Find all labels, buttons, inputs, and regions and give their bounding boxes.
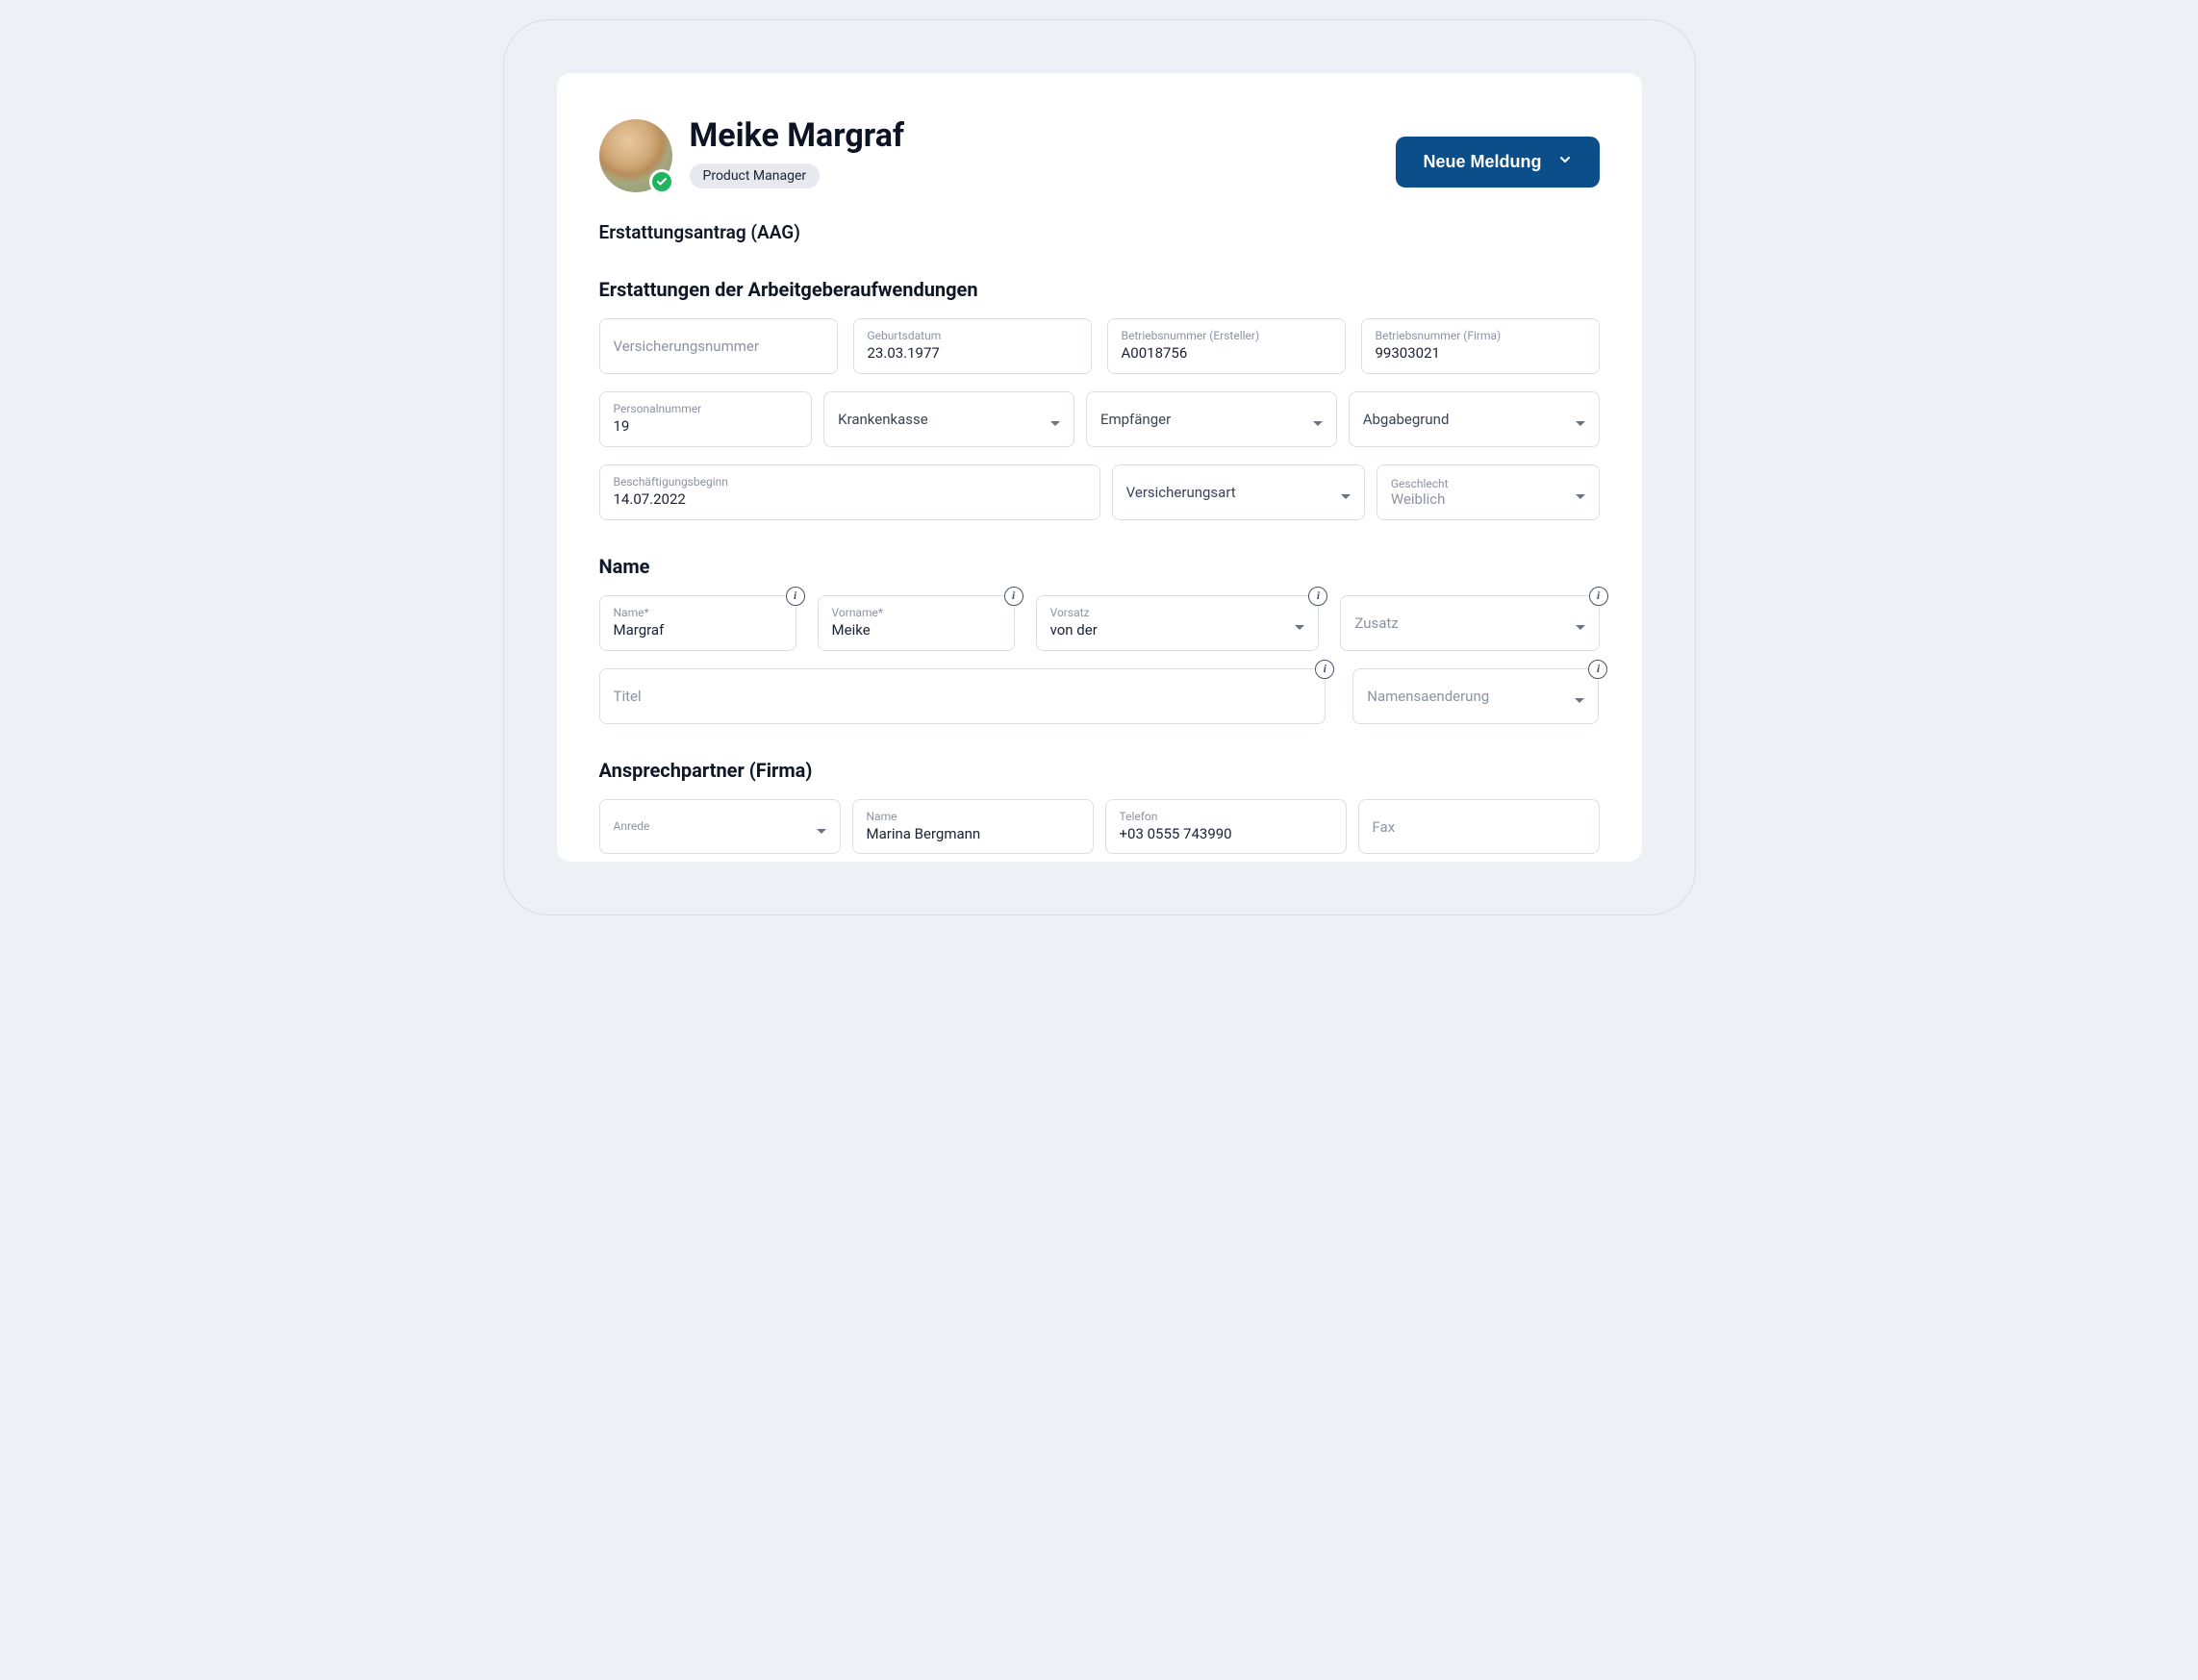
versicherungsnummer-placeholder: Versicherungsnummer — [614, 338, 823, 355]
betriebsnummer-firma-value: 99303021 — [1376, 344, 1585, 364]
vorname-input[interactable]: Vorname* Meike i — [818, 595, 1015, 651]
info-icon[interactable]: i — [1315, 660, 1334, 679]
geburtsdatum-value: 23.03.1977 — [868, 344, 1077, 364]
telefon-input[interactable]: Telefon +03 0555 743990 — [1105, 799, 1347, 855]
section1-row3: Beschäftigungsbeginn 14.07.2022 Versiche… — [599, 464, 1600, 520]
name-input[interactable]: Name* Margraf i — [599, 595, 796, 651]
versicherungsart-select[interactable]: Versicherungsart — [1112, 464, 1365, 520]
chevron-down-icon — [1557, 152, 1573, 172]
name-label: Name* — [614, 606, 782, 619]
empfaenger-select[interactable]: Empfänger — [1086, 391, 1337, 447]
ansprechpartner-name-label: Name — [867, 810, 1079, 823]
geburtsdatum-label: Geburtsdatum — [868, 329, 1077, 342]
person-block: Meike Margraf Product Manager — [599, 119, 905, 192]
verified-badge-icon — [649, 169, 674, 194]
geburtsdatum-input[interactable]: Geburtsdatum 23.03.1977 — [853, 318, 1092, 374]
section1-row2: Personalnummer 19 Krankenkasse Empfänger… — [599, 391, 1600, 447]
telefon-value: +03 0555 743990 — [1120, 825, 1332, 844]
personalnummer-value: 19 — [614, 417, 798, 437]
beschaeftigungsbeginn-input[interactable]: Beschäftigungsbeginn 14.07.2022 — [599, 464, 1100, 520]
krankenkasse-label: Krankenkasse — [838, 411, 1060, 428]
vorsatz-label: Vorsatz — [1050, 606, 1305, 619]
vorname-label: Vorname* — [832, 606, 1000, 619]
empfaenger-label: Empfänger — [1100, 411, 1323, 428]
page-frame: Meike Margraf Product Manager Neue Meldu… — [503, 19, 1696, 915]
betriebsnummer-firma-label: Betriebsnummer (Firma) — [1376, 329, 1585, 342]
zusatz-label: Zusatz — [1354, 614, 1584, 632]
info-icon[interactable]: i — [1004, 587, 1023, 606]
titel-input[interactable]: Titel i — [599, 668, 1326, 724]
krankenkasse-select[interactable]: Krankenkasse — [823, 391, 1074, 447]
info-icon[interactable]: i — [1308, 587, 1327, 606]
fax-placeholder: Fax — [1373, 818, 1585, 836]
header-row: Meike Margraf Product Manager Neue Meldu… — [599, 119, 1600, 192]
vorname-value: Meike — [832, 621, 1000, 640]
anrede-select[interactable]: Anrede — [599, 799, 841, 855]
zusatz-select[interactable]: Zusatz i — [1340, 595, 1599, 651]
namensaenderung-select[interactable]: Namensaenderung i — [1352, 668, 1599, 724]
ansprechpartner-name-input[interactable]: Name Marina Bergmann — [852, 799, 1094, 855]
geschlecht-label: Geschlecht — [1391, 477, 1585, 490]
form-title: Erstattungsantrag (AAG) — [599, 221, 1600, 243]
betriebsnummer-ersteller-input[interactable]: Betriebsnummer (Ersteller) A0018756 — [1107, 318, 1346, 374]
beschaeftigungsbeginn-label: Beschäftigungsbeginn — [614, 475, 1086, 489]
betriebsnummer-ersteller-label: Betriebsnummer (Ersteller) — [1122, 329, 1331, 342]
section3-heading: Ansprechpartner (Firma) — [599, 759, 1600, 782]
info-icon[interactable]: i — [1588, 660, 1607, 679]
avatar-wrap — [599, 119, 672, 192]
neue-meldung-label: Neue Meldung — [1423, 152, 1541, 172]
beschaeftigungsbeginn-value: 14.07.2022 — [614, 490, 1086, 510]
ansprechpartner-name-value: Marina Bergmann — [867, 825, 1079, 844]
abgabegrund-select[interactable]: Abgabegrund — [1349, 391, 1600, 447]
geschlecht-value: Weiblich — [1391, 490, 1585, 508]
role-chip: Product Manager — [690, 163, 821, 188]
section2-row2: Titel i Namensaenderung i — [599, 668, 1600, 724]
person-name: Meike Margraf — [690, 119, 905, 154]
info-icon[interactable]: i — [1589, 587, 1608, 606]
section2-heading: Name — [599, 555, 1600, 578]
vorsatz-select[interactable]: Vorsatz von der i — [1036, 595, 1320, 651]
telefon-label: Telefon — [1120, 810, 1332, 823]
person-text: Meike Margraf Product Manager — [690, 119, 905, 188]
betriebsnummer-ersteller-value: A0018756 — [1122, 344, 1331, 364]
vorsatz-value: von der — [1050, 621, 1305, 640]
betriebsnummer-firma-input[interactable]: Betriebsnummer (Firma) 99303021 — [1361, 318, 1600, 374]
name-value: Margraf — [614, 621, 782, 640]
personalnummer-label: Personalnummer — [614, 402, 798, 415]
fax-input[interactable]: Fax — [1358, 799, 1600, 855]
titel-placeholder: Titel — [614, 688, 1312, 705]
section2-row1: Name* Margraf i Vorname* Meike i Vorsatz… — [599, 595, 1600, 651]
form-card: Meike Margraf Product Manager Neue Meldu… — [557, 73, 1642, 862]
personalnummer-input[interactable]: Personalnummer 19 — [599, 391, 813, 447]
section3-row1: Anrede Name Marina Bergmann Telefon +03 … — [599, 799, 1600, 855]
abgabegrund-label: Abgabegrund — [1363, 411, 1585, 428]
versicherungsart-label: Versicherungsart — [1126, 484, 1351, 501]
versicherungsnummer-input[interactable]: Versicherungsnummer — [599, 318, 838, 374]
section1-row1: Versicherungsnummer Geburtsdatum 23.03.1… — [599, 318, 1600, 374]
namensaenderung-label: Namensaenderung — [1367, 688, 1584, 705]
geschlecht-select[interactable]: Geschlecht Weiblich — [1377, 464, 1600, 520]
anrede-label: Anrede — [614, 819, 826, 833]
info-icon[interactable]: i — [786, 587, 805, 606]
neue-meldung-button[interactable]: Neue Meldung — [1396, 137, 1599, 188]
section1-heading: Erstattungen der Arbeitgeberaufwendungen — [599, 278, 1600, 301]
